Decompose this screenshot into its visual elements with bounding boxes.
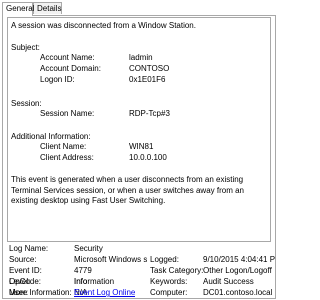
computer-value: DC01.contoso.local <box>203 288 273 297</box>
logon-id-label: Logon ID: <box>40 75 75 84</box>
source-label: Source: <box>9 255 37 264</box>
logged-value: 9/10/2015 4:04:41 PI <box>203 255 275 264</box>
account-domain-value: CONTOSO <box>129 64 170 73</box>
log-name-value: Security <box>74 244 103 253</box>
more-info-label: More Information: <box>9 288 72 297</box>
subject-header: Subject: <box>11 43 40 52</box>
event-log-online-link[interactable]: Event Log Online <box>74 287 135 298</box>
session-name-value: RDP-Tcp#3 <box>129 109 170 118</box>
event-intro: A session was disconnected from a Window… <box>11 21 196 30</box>
session-header: Session: <box>11 99 42 108</box>
task-category-label: Task Category: <box>150 266 204 275</box>
session-name-label: Session Name: <box>40 109 95 118</box>
event-id-value: 4779 <box>74 266 92 275</box>
logged-label: Logged: <box>150 255 179 264</box>
account-domain-label: Account Domain: <box>40 64 101 73</box>
additional-info-header: Additional Information: <box>11 132 91 141</box>
client-address-label: Client Address: <box>40 153 94 162</box>
task-category-value: Other Logon/Logoff <box>203 266 272 275</box>
computer-label: Computer: <box>150 288 188 297</box>
event-id-label: Event ID: <box>9 266 42 275</box>
client-name-value: WIN81 <box>129 142 154 151</box>
opcode-label: OpCode: <box>9 277 42 286</box>
event-footer-text: This event is generated when a user disc… <box>11 175 244 205</box>
logon-id-value: 0x1E01F6 <box>129 75 166 84</box>
keywords-label: Keywords: <box>150 277 188 286</box>
general-panel: A session was disconnected from a Window… <box>2 15 276 299</box>
event-description-box[interactable]: A session was disconnected from a Window… <box>7 17 271 242</box>
opcode-value: Info <box>74 277 88 286</box>
client-address-value: 10.0.0.100 <box>129 153 167 162</box>
log-name-label: Log Name: <box>9 244 49 253</box>
account-name-value: ladmin <box>129 53 153 62</box>
tab-details[interactable]: Details <box>33 2 62 14</box>
client-name-label: Client Name: <box>40 142 87 151</box>
source-value: Microsoft Windows sec <box>74 255 147 264</box>
account-name-label: Account Name: <box>40 53 95 62</box>
keywords-value: Audit Success <box>203 277 254 286</box>
tab-general[interactable]: General <box>2 2 34 16</box>
